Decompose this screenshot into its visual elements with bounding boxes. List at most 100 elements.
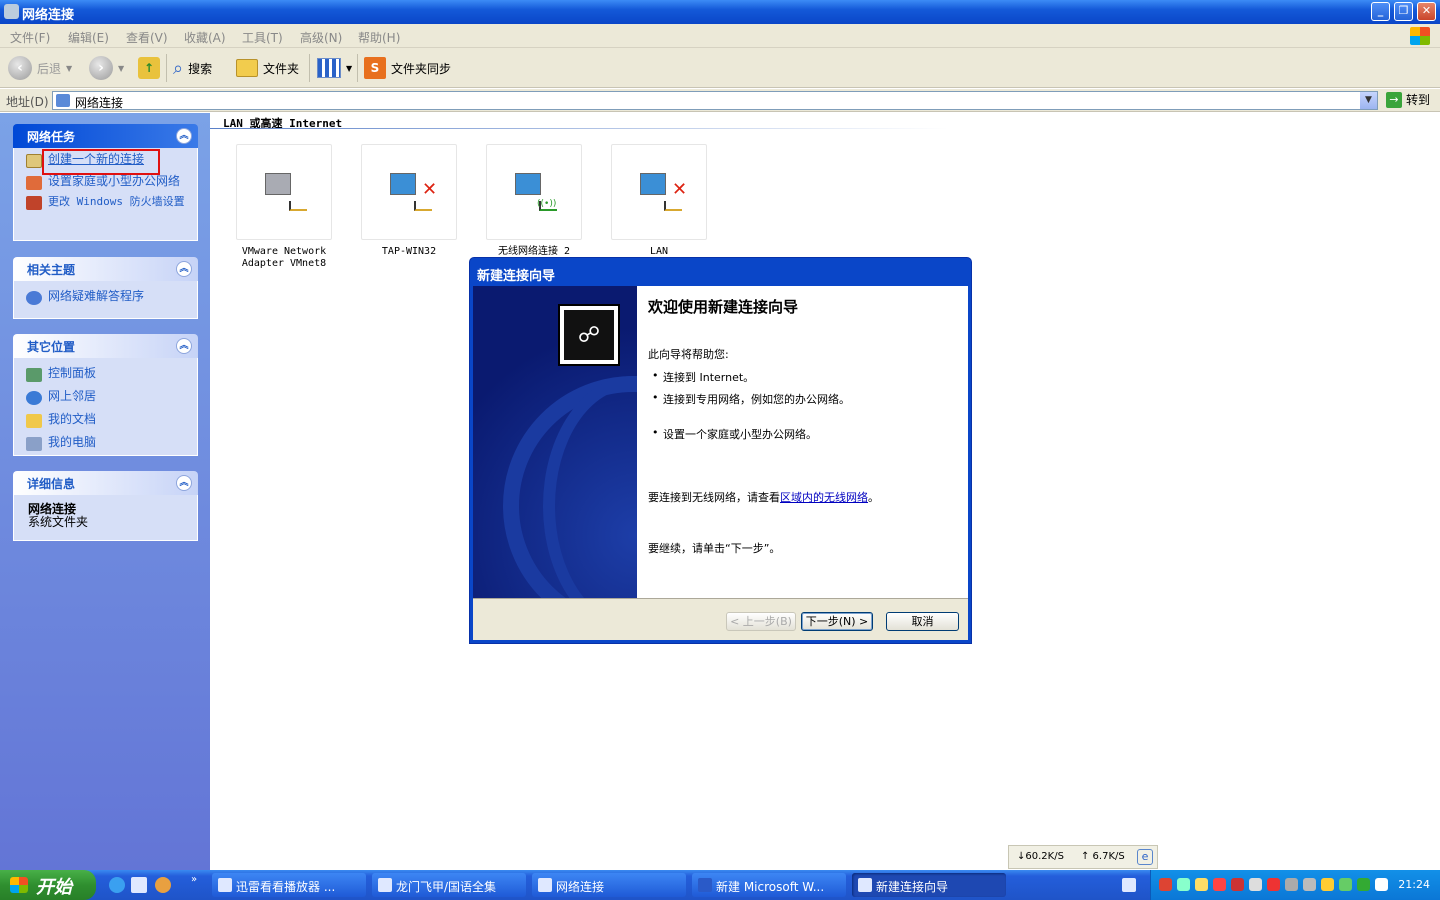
menu-advanced[interactable]: 高级(N) [300, 29, 342, 46]
tray-icon[interactable] [1231, 878, 1244, 891]
details-panel: 详细信息 ︽ 网络连接 系统文件夹 [13, 471, 198, 541]
lan-adapter-icon [236, 144, 332, 240]
tray-icon[interactable] [1321, 878, 1334, 891]
menu-file[interactable]: 文件(F) [10, 29, 50, 46]
up-folder-button[interactable]: ↑ [138, 48, 160, 88]
collapse-icon[interactable]: ︽ [176, 475, 192, 491]
folder-icon [236, 59, 258, 77]
upload-speed: ↑ 6.7K/S [1081, 851, 1125, 862]
taskbar-longmen[interactable]: 龙门飞甲/国语全集 [372, 873, 526, 897]
window-title: 网络连接 [22, 8, 75, 23]
taskbar: 开始 » 迅雷看看播放器 ... 龙门飞甲/国语全集 网络连接 新建 Micro… [0, 870, 1440, 900]
menu-edit[interactable]: 编辑(E) [68, 29, 109, 46]
menu-view[interactable]: 查看(V) [126, 29, 168, 46]
menu-favorites[interactable]: 收藏(A) [184, 29, 226, 46]
network-tasks-header[interactable]: 网络任务 ︽ [13, 124, 198, 148]
show-desktop-icon[interactable] [131, 877, 147, 893]
folder-sync-button[interactable]: S 文件夹同步 [364, 48, 451, 88]
media-player-icon[interactable] [155, 877, 171, 893]
network-cable-icon: ☍ [558, 304, 620, 366]
taskbar-wizard[interactable]: 新建连接向导 [852, 873, 1006, 897]
address-dropdown-icon[interactable]: ▼ [1360, 92, 1377, 109]
control-panel-link[interactable]: 控制面板 [26, 367, 189, 382]
connection-wireless-2[interactable]: ((•)) 无线网络连接 2 [486, 144, 582, 258]
taskbar-network-connections[interactable]: 网络连接 [532, 873, 686, 897]
wizard-heading: 欢迎使用新建连接向导 [648, 298, 799, 316]
menu-help[interactable]: 帮助(H) [358, 29, 400, 46]
player-icon [378, 878, 392, 892]
firewall-icon [26, 196, 42, 210]
taskbar-word[interactable]: 新建 Microsoft W... [692, 873, 846, 897]
tray-icon[interactable] [1303, 878, 1316, 891]
tray-icon[interactable] [1195, 878, 1208, 891]
connection-lan[interactable]: ✕ LAN [611, 144, 707, 258]
collapse-icon[interactable]: ︽ [176, 261, 192, 277]
network-troubleshooter-link[interactable]: 网络疑难解答程序 [26, 290, 189, 305]
disconnected-adapter-icon: ✕ [361, 144, 457, 240]
start-button[interactable]: 开始 [0, 870, 96, 900]
tray-icon[interactable] [1285, 878, 1298, 891]
related-topics-header[interactable]: 相关主题 ︽ [13, 257, 198, 281]
back-button[interactable]: < 上一步(B) [726, 612, 796, 631]
change-firewall-link[interactable]: 更改 Windows 防火墙设置 [26, 196, 189, 210]
ie-icon[interactable]: e [1137, 849, 1153, 865]
network-connections-icon [538, 878, 552, 892]
tray-icon[interactable] [1375, 878, 1388, 891]
views-button[interactable]: ▼ [317, 48, 352, 88]
taskbar-xunlei[interactable]: 迅雷看看播放器 ... [212, 873, 366, 897]
folders-button[interactable]: 文件夹 [236, 48, 299, 88]
network-places-link[interactable]: 网上邻居 [26, 390, 189, 405]
wireless-networks-link[interactable]: 区域内的无线网络 [780, 491, 868, 504]
home-network-icon [26, 176, 42, 190]
continue-hint: 要继续，请单击“下一步”。 [648, 542, 781, 555]
details-header[interactable]: 详细信息 ︽ [13, 471, 198, 495]
next-button[interactable]: 下一步(N) > [801, 612, 873, 631]
back-arrow-icon: ‹ [8, 56, 32, 80]
tray-icon[interactable] [1249, 878, 1262, 891]
connection-tap-win32[interactable]: ✕ TAP-WIN32 [361, 144, 457, 258]
connection-vmnet8[interactable]: VMware Network Adapter VMnet8 [236, 144, 332, 270]
back-button[interactable]: ‹ 后退 ▼ [8, 48, 72, 88]
tray-icon[interactable] [1177, 878, 1190, 891]
address-label: 地址(D) [6, 95, 49, 109]
my-computer-link[interactable]: 我的电脑 [26, 436, 189, 451]
ie-quicklaunch-icon[interactable] [109, 877, 125, 893]
info-icon [26, 291, 42, 305]
close-button[interactable]: ✕ [1417, 2, 1436, 21]
minimize-button[interactable]: _ [1371, 2, 1390, 21]
wizard-bullet: 设置一个家庭或小型办公网络。 [652, 426, 817, 442]
address-value: 网络连接 [75, 96, 124, 110]
window-titlebar[interactable]: 网络连接 _ ❐ ✕ [0, 0, 1440, 24]
forward-arrow-icon: › [89, 56, 113, 80]
tray-icon[interactable] [1357, 878, 1370, 891]
address-input[interactable]: 网络连接 ▼ [52, 91, 1378, 110]
create-connection-link[interactable]: 创建一个新的连接 [26, 149, 189, 175]
windows-logo-icon [1410, 27, 1430, 45]
setup-home-network-link[interactable]: 设置家庭或小型办公网络 [26, 175, 189, 190]
net-speed-widget[interactable]: ↓60.2K/S ↑ 6.7K/S e [1008, 845, 1158, 869]
restore-button[interactable]: ❐ [1394, 2, 1413, 21]
forward-dropdown-icon[interactable]: ▼ [118, 64, 124, 73]
tray-icon[interactable] [1213, 878, 1226, 891]
forward-button[interactable]: › ▼ [89, 48, 124, 88]
tray-icon[interactable] [1267, 878, 1280, 891]
my-documents-link[interactable]: 我的文档 [26, 413, 189, 428]
menu-tools[interactable]: 工具(T) [242, 29, 283, 46]
back-dropdown-icon[interactable]: ▼ [66, 64, 72, 73]
collapse-icon[interactable]: ︽ [176, 338, 192, 354]
task-pane: 网络任务 ︽ 创建一个新的连接 设置家庭或小型办公网络 更改 Windows 防… [0, 113, 210, 870]
go-button[interactable]: → 转到 [1386, 91, 1430, 108]
tray-icon[interactable] [1339, 878, 1352, 891]
wireless-hint: 要连接到无线网络，请查看区域内的无线网络。 [648, 491, 879, 504]
collapse-icon[interactable]: ︽ [176, 128, 192, 144]
tray-icon[interactable] [1159, 878, 1172, 891]
other-places-header[interactable]: 其它位置 ︽ [13, 334, 198, 358]
cancel-button[interactable]: 取消 [886, 612, 959, 631]
keyboard-icon[interactable] [1122, 878, 1136, 892]
go-arrow-icon: → [1386, 91, 1402, 108]
search-button[interactable]: ⌕ 搜索 [173, 48, 212, 88]
new-connection-icon [26, 154, 42, 168]
new-connection-wizard-dialog[interactable]: 新建连接向导 ☍ 欢迎使用新建连接向导 此向导将帮助您: 连接到 Interne… [469, 257, 972, 644]
wireless-adapter-icon: ((•)) [486, 144, 582, 240]
quicklaunch-expand-icon[interactable]: » [191, 874, 197, 885]
